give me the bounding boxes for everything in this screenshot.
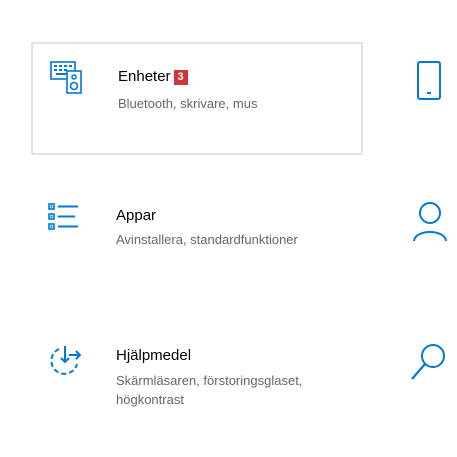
phone-icon[interactable]	[414, 60, 448, 100]
apps-list-icon	[47, 202, 81, 236]
tile-description-line: Skärmläsaren, förstoringsglaset,	[116, 373, 303, 388]
notification-badge: 3	[173, 70, 188, 85]
tile-title: Appar	[116, 207, 157, 224]
tile-description-line: högkontrast	[116, 392, 184, 407]
tile-title: Hjälpmedel	[116, 347, 192, 364]
settings-tile-ease-of-access[interactable]: Hjälpmedel Skärmläsaren, förstoringsglas…	[31, 328, 363, 438]
settings-tile-apps[interactable]: Appar Avinstallera, standardfunktioner	[31, 186, 363, 296]
tile-description: Skärmläsaren, förstoringsglaset, högkont…	[116, 371, 302, 409]
tile-description: Bluetooth, skrivare, mus	[118, 96, 258, 111]
tile-title: Enheter 3	[118, 68, 188, 85]
devices-icon	[49, 60, 83, 94]
person-icon[interactable]	[410, 200, 447, 242]
search-icon[interactable]	[408, 342, 445, 380]
tile-description: Avinstallera, standardfunktioner	[116, 232, 298, 247]
settings-tile-devices[interactable]: Enheter 3 Bluetooth, skrivare, mus	[31, 42, 363, 155]
ease-of-access-icon	[47, 344, 82, 378]
